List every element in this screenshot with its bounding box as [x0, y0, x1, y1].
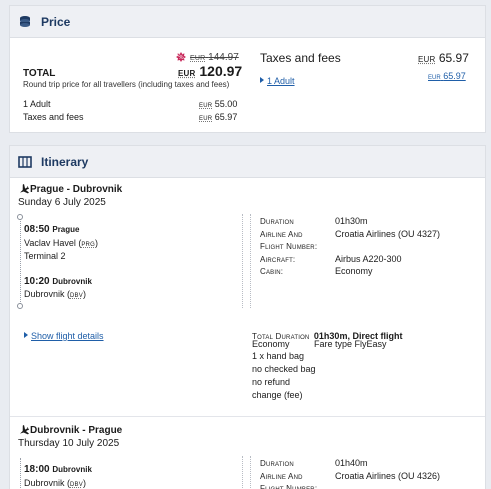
leg1-route: Prague - Dubrovnik	[30, 184, 123, 195]
leg1-flight-number-label: Flight Number:	[260, 242, 318, 251]
leg2-departure-airport: Dubrovnik (DBV)	[24, 478, 86, 488]
leg1-condition-checked-bag: no checked bag	[252, 364, 316, 374]
taxes-adult-toggle[interactable]: 1 Adult	[260, 71, 295, 89]
leg-separator	[10, 416, 485, 417]
leg2-flight-number-label: Flight Number:	[260, 484, 318, 489]
plane-icon	[19, 184, 29, 194]
leg2-date: Thursday 10 July 2025	[18, 438, 120, 449]
leg1-fare-type: Fare type FlyEasy	[314, 339, 387, 349]
price-line-adult-label: 1 Adult	[23, 99, 51, 109]
total-price: EUR 120.97	[178, 63, 243, 79]
leg1-arrival-dot	[17, 303, 23, 309]
leg1-departure-terminal: Terminal 2	[24, 251, 66, 261]
show-flight-details-link[interactable]: Show flight details	[24, 326, 104, 344]
plane-icon	[19, 425, 29, 435]
leg1-airline-label: Airline And	[260, 230, 303, 239]
leg1-condition-hand-bag: 1 x hand bag	[252, 351, 305, 361]
total-label: TOTAL	[23, 68, 56, 79]
old-price: EUR 144.97	[190, 52, 239, 63]
leg1-cabin-value: Economy	[335, 266, 373, 276]
leg1-arrival-time: 10:20 Dubrovnik	[24, 276, 92, 287]
leg2-airline-value: Croatia Airlines (OU 4326)	[335, 471, 441, 481]
itinerary-title: Itinerary	[41, 154, 89, 169]
expand-arrow-icon	[260, 76, 264, 83]
total-note: Round trip price for all travellers (inc…	[23, 80, 230, 89]
leg1-arrival-airport: Dubrovnik (DBV)	[24, 289, 86, 299]
leg1-duration-value: 01h30m	[335, 216, 368, 226]
leg1-left-divider	[242, 214, 243, 308]
leg1-departure-airport: Vaclav Havel (PRG)	[24, 238, 98, 248]
leg1-center-divider	[250, 214, 251, 308]
leg1-duration-label: Duration	[260, 217, 294, 226]
leg1-condition-change: change (fee)	[252, 390, 303, 400]
leg2-route: Dubrovnik - Prague	[30, 425, 123, 436]
leg1-timeline	[20, 219, 21, 304]
leg1-aircraft-label: Aircraft:	[260, 255, 296, 264]
leg2-timeline	[20, 458, 21, 489]
svg-text:%: %	[178, 54, 184, 61]
itinerary-card: Itinerary Prague - Dubrovnik Sunday 6 Ju…	[9, 145, 486, 489]
taxes-amount: EUR 65.97	[418, 51, 469, 65]
taxes-adult-amount[interactable]: EUR 65.97	[428, 71, 466, 81]
map-icon	[18, 155, 32, 168]
price-line-taxes-amount: EUR 65.97	[199, 112, 238, 122]
leg1-date: Sunday 6 July 2025	[18, 197, 106, 208]
price-card: Price % EUR 144.97 TOTAL EUR 120.97 Roun…	[9, 5, 486, 133]
leg1-condition-refund: no refund	[252, 377, 291, 387]
discount-badge-icon: %	[176, 52, 186, 62]
price-header: Price	[10, 6, 485, 38]
leg1-aircraft-value: Airbus A220-300	[335, 254, 402, 264]
leg2-center-divider	[250, 456, 251, 489]
leg2-duration-label: Duration	[260, 459, 294, 468]
leg1-departure-time: 08:50 Prague	[24, 224, 80, 235]
coins-icon	[20, 15, 30, 27]
leg1-fare-class: Economy	[252, 339, 290, 349]
leg1-airline-value: Croatia Airlines (OU 4327)	[335, 229, 441, 239]
leg2-departure-time: 18:00 Dubrovnik	[24, 464, 92, 475]
price-line-adult-amount: EUR 55.00	[199, 99, 238, 109]
price-title: Price	[41, 14, 71, 29]
itinerary-header: Itinerary	[10, 146, 485, 178]
expand-arrow-icon	[24, 331, 28, 338]
leg2-duration-value: 01h40m	[335, 458, 368, 468]
leg2-airline-label: Airline And	[260, 472, 303, 481]
price-line-taxes-label: Taxes and fees	[23, 112, 84, 122]
taxes-title: Taxes and fees	[260, 51, 341, 65]
leg1-departure-dot	[17, 214, 23, 220]
leg1-cabin-label: Cabin:	[260, 267, 284, 276]
leg2-left-divider	[242, 456, 243, 489]
